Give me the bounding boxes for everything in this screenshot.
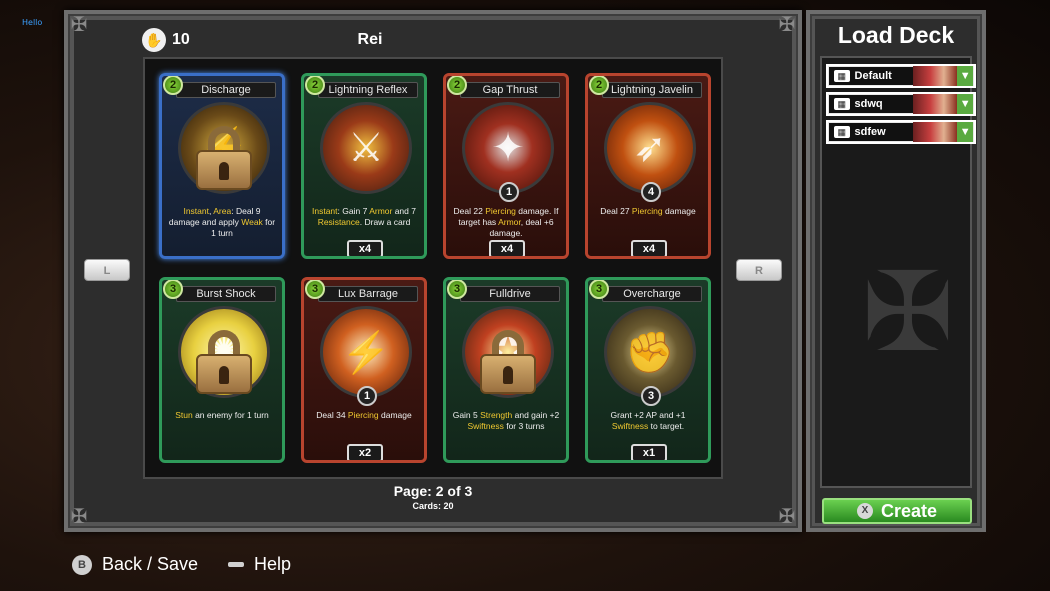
cards-icon: ▦ xyxy=(834,98,850,110)
chevron-down-icon[interactable]: ▼ xyxy=(957,66,973,86)
card-description: Grant +2 AP and +1 Swiftness to target. xyxy=(610,410,686,431)
card-description: Deal 34 Piercing damage xyxy=(316,410,412,420)
card-title: Overcharge xyxy=(602,286,702,302)
card-title: Lightning Javelin xyxy=(602,82,702,98)
deck-item-sdfew[interactable]: ▦ sdfew ▼ xyxy=(826,120,976,144)
next-page-button[interactable]: R xyxy=(736,259,782,281)
card-art-icon: ⚔ xyxy=(348,126,384,170)
card-cost: 3 xyxy=(305,280,325,299)
card-art: ➶ xyxy=(604,102,696,194)
cards-total-label: Cards: 20 xyxy=(412,501,454,511)
corner-ornament-icon: ✠ xyxy=(70,506,88,528)
card-art-icon: ✦ xyxy=(491,126,525,170)
deck-name: Default xyxy=(854,70,892,82)
deck-portrait xyxy=(912,122,958,142)
card-quantity: x2 xyxy=(347,444,383,460)
character-name: Rei xyxy=(357,31,383,48)
cross-ornament-icon: ✠ xyxy=(861,251,955,374)
card-art: ⚡ xyxy=(320,306,412,398)
minus-button-icon xyxy=(228,562,245,567)
corner-ornament-icon: ✠ xyxy=(70,14,88,36)
card-count-icon: ✋ xyxy=(142,28,166,52)
card-art: ⚔ xyxy=(320,102,412,194)
help-button[interactable]: Help xyxy=(254,554,291,575)
card-cost: 3 xyxy=(447,280,467,299)
card-burst-shock[interactable]: ✺ Burst Shock 3 Stun an enemy for 1 turn xyxy=(159,277,285,463)
card-tier-badge: 1 xyxy=(357,386,377,406)
card-art-icon: ✊ xyxy=(625,330,675,375)
card-title: Fulldrive xyxy=(460,286,560,302)
card-cost: 3 xyxy=(589,280,609,299)
deck-item-sdwq[interactable]: ▦ sdwq ▼ xyxy=(826,92,976,116)
card-tier-badge: 3 xyxy=(641,386,661,406)
chevron-down-icon[interactable]: ▼ xyxy=(957,94,973,114)
card-description: Instant, Area: Deal 9 damage and apply W… xyxy=(168,206,276,238)
card-fulldrive[interactable]: ✪ Fulldrive 3 Gain 5 Strength and gain +2 S… xyxy=(443,277,569,463)
card-tier-badge: 4 xyxy=(641,182,661,202)
deck-name: sdfew xyxy=(854,126,886,138)
footer-controls: B Back / Save Help xyxy=(72,554,291,575)
card-cost: 2 xyxy=(163,76,183,95)
card-title: Lightning Reflex xyxy=(318,82,418,98)
card-lightning-reflex[interactable]: ⚔ Lightning Reflex 2 Instant: Gain 7 Armor … xyxy=(301,73,427,259)
card-cost: 2 xyxy=(589,76,609,95)
cards-icon: ▦ xyxy=(834,126,850,138)
load-deck-panel: Load Deck ▦ Default ▼ ▦ sdwq ▼ ▦ sdfew ▼… xyxy=(806,10,986,532)
deck-portrait xyxy=(912,66,958,86)
card-title: Burst Shock xyxy=(176,286,276,302)
card-lux-barrage[interactable]: ⚡ Lux Barrage 3 1 Deal 34 Piercing damage x2 xyxy=(301,277,427,463)
card-art-icon: ➶ xyxy=(633,126,667,170)
card-description: Stun an enemy for 1 turn xyxy=(175,410,269,420)
deck-item-default[interactable]: ▦ Default ▼ xyxy=(826,64,976,88)
card-art: ✊ xyxy=(604,306,696,398)
card-title: Lux Barrage xyxy=(318,286,418,302)
corner-ornament-icon: ✠ xyxy=(778,14,796,36)
lock-icon xyxy=(196,126,252,190)
card-discharge[interactable]: ⚡ Discharge 2 Instant, Area: Deal 9 damage … xyxy=(159,73,285,259)
card-cost: 3 xyxy=(163,280,183,299)
card-cost: 2 xyxy=(447,76,467,95)
pagination: Page: 2 of 3 Cards: 20 xyxy=(343,483,523,511)
corner-ornament-icon: ✠ xyxy=(778,506,796,528)
card-quantity: x4 xyxy=(489,240,525,256)
card-art-icon: ⚡ xyxy=(341,330,391,375)
card-description: Gain 5 Strength and gain +2 Swiftness fo… xyxy=(452,410,560,431)
lock-icon xyxy=(196,330,252,394)
lock-icon xyxy=(480,330,536,394)
card-title: Discharge xyxy=(176,82,276,98)
card-quantity: x1 xyxy=(631,444,667,460)
card-title: Gap Thrust xyxy=(460,82,560,98)
card-description: Deal 22 Piercing damage. If target has A… xyxy=(453,206,559,238)
prev-page-button[interactable]: L xyxy=(84,259,130,281)
card-art: ✦ xyxy=(462,102,554,194)
card-gap-thrust[interactable]: ✦ Gap Thrust 2 1 Deal 22 Piercing damage. If… xyxy=(443,73,569,259)
card-tier-badge: 1 xyxy=(499,182,519,202)
card-cost: 2 xyxy=(305,76,325,95)
card-quantity: x4 xyxy=(631,240,667,256)
load-deck-title: Load Deck xyxy=(837,22,955,48)
card-lightning-javelin[interactable]: ➶ Lightning Javelin 2 4 Deal 27 Piercing dam… xyxy=(585,73,711,259)
deck-portrait xyxy=(912,94,958,114)
chevron-down-icon[interactable]: ▼ xyxy=(957,122,973,142)
card-count: ✋ 10 xyxy=(142,28,190,52)
create-label: Create xyxy=(880,500,938,521)
cards-icon: ▦ xyxy=(834,70,850,82)
card-description: Deal 27 Piercing damage xyxy=(600,206,696,216)
deck-list: ▦ Default ▼ ▦ sdwq ▼ ▦ sdfew ▼ ✠ xyxy=(820,56,976,488)
debug-text: Hello xyxy=(22,18,43,27)
card-count-value: 10 xyxy=(172,31,190,48)
card-quantity: x4 xyxy=(347,240,383,256)
deck-name: sdwq xyxy=(854,98,883,110)
card-grid: ⚡ Discharge 2 Instant, Area: Deal 9 damage … xyxy=(143,57,723,479)
back-save-button[interactable]: Back / Save xyxy=(102,554,198,575)
x-button-icon: X xyxy=(856,503,873,519)
b-button-icon: B xyxy=(72,554,92,575)
card-overcharge[interactable]: ✊ Overcharge 3 3 Grant +2 AP and +1 Swiftnes… xyxy=(585,277,711,463)
card-description: Instant: Gain 7 Armor and 7 Resistance. … xyxy=(312,206,416,227)
create-deck-button[interactable]: X Create xyxy=(822,498,972,524)
page-label: Page: 2 of 3 xyxy=(393,483,473,499)
